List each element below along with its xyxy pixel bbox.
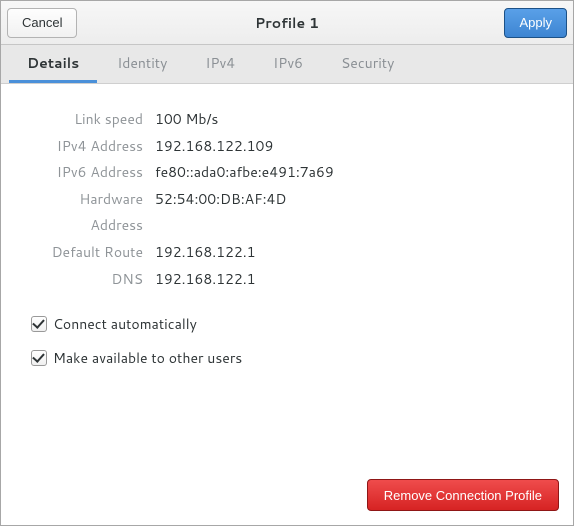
dialog-window: Cancel Profile 1 Apply Details Identity …: [0, 0, 574, 526]
tab-details[interactable]: Details: [9, 45, 97, 83]
cancel-button[interactable]: Cancel: [7, 8, 77, 38]
link-speed-value: 100 Mb/s: [155, 106, 218, 133]
apply-button[interactable]: Apply: [504, 8, 567, 38]
tab-identity[interactable]: Identity: [99, 45, 185, 83]
tab-ipv6[interactable]: IPv6: [255, 45, 321, 83]
ipv6-address-label: IPv6 Address: [25, 159, 155, 186]
link-speed-label: Link speed: [25, 106, 155, 133]
remove-connection-button[interactable]: Remove Connection Profile: [367, 479, 559, 511]
connect-automatically-label: Connect automatically: [53, 314, 197, 334]
tabbar: Details Identity IPv4 IPv6 Security: [1, 45, 573, 84]
ipv4-address-label: IPv4 Address: [25, 133, 155, 160]
headerbar: Cancel Profile 1 Apply: [1, 1, 573, 45]
default-route-value: 192.168.122.1: [155, 239, 256, 266]
details-grid: Link speed 100 Mb/s IPv4 Address 192.168…: [25, 106, 549, 292]
dns-label: DNS: [25, 266, 155, 293]
checkmark-icon: [31, 350, 47, 366]
hardware-address-value: 52:54:00:DB:AF:4D: [155, 186, 286, 239]
content-area: Link speed 100 Mb/s IPv4 Address 192.168…: [1, 84, 573, 469]
dns-value: 192.168.122.1: [155, 266, 256, 293]
tab-security[interactable]: Security: [323, 45, 412, 83]
tab-ipv4[interactable]: IPv4: [187, 45, 253, 83]
make-available-label: Make available to other users: [53, 348, 242, 368]
ipv4-address-value: 192.168.122.109: [155, 133, 273, 160]
checkmark-icon: [31, 316, 47, 332]
dialog-title: Profile 1: [1, 13, 573, 33]
connect-automatically-checkbox[interactable]: Connect automatically: [25, 314, 549, 334]
ipv6-address-value: fe80::ada0:afbe:e491:7a69: [155, 159, 334, 186]
make-available-checkbox[interactable]: Make available to other users: [25, 348, 549, 368]
hardware-address-label: Hardware Address: [25, 186, 155, 239]
default-route-label: Default Route: [25, 239, 155, 266]
footer: Remove Connection Profile: [1, 469, 573, 525]
